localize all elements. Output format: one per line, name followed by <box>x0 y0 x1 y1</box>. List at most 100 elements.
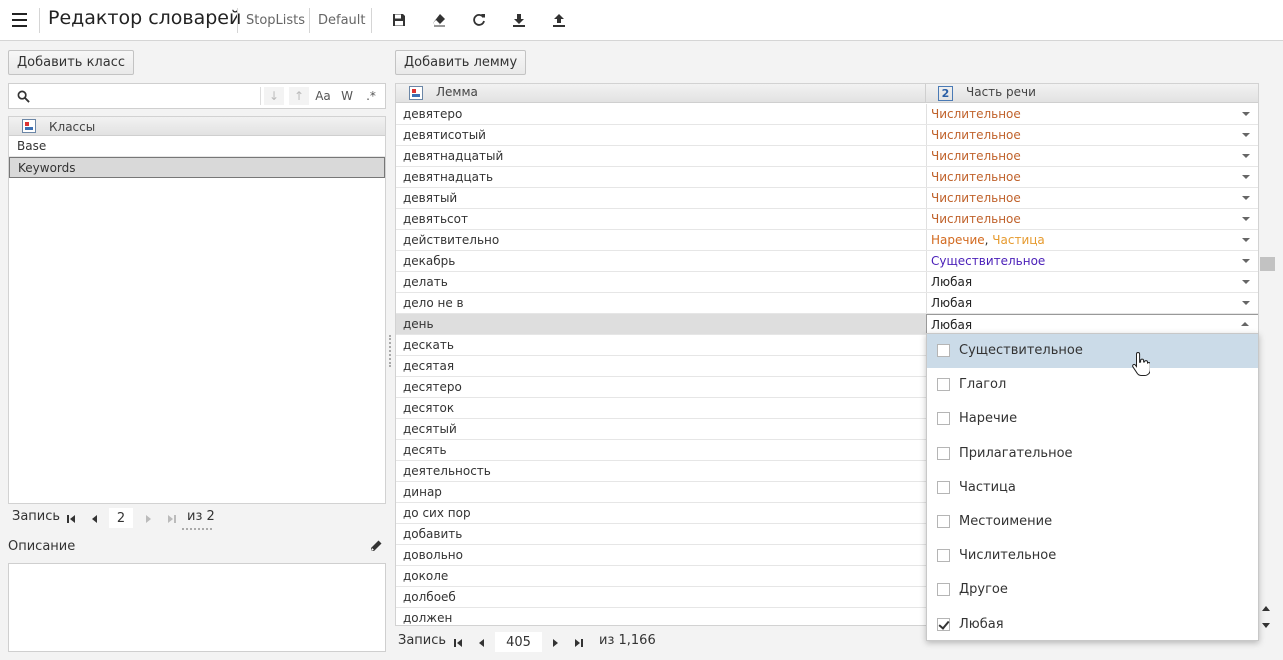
pos-tag: Числительное <box>931 191 1021 205</box>
pos-select[interactable]: Любая <box>926 272 1258 292</box>
sort-asc-toggle[interactable]: ↑ <box>289 87 309 105</box>
lemmas-total-count: из 1,166 <box>599 633 656 648</box>
pos-select[interactable]: Числительное <box>926 104 1258 124</box>
chevron-up-icon[interactable] <box>1241 322 1249 326</box>
pos-option[interactable]: Частица <box>927 471 1258 505</box>
checkbox[interactable] <box>937 583 950 597</box>
refresh-icon[interactable] <box>470 11 488 29</box>
pos-select[interactable]: Любая <box>926 293 1258 313</box>
pos-select[interactable]: Числительное <box>926 167 1258 187</box>
lemma-cell: дескать <box>403 338 454 352</box>
class-search-input[interactable] <box>37 86 259 106</box>
sort-desc-toggle[interactable]: ↓ <box>264 87 284 105</box>
chevron-down-icon[interactable] <box>1242 154 1250 158</box>
vertical-splitter-handle[interactable] <box>389 335 391 367</box>
pos-option[interactable]: Местоимение <box>927 505 1258 539</box>
pos-option[interactable]: Числительное <box>927 539 1258 573</box>
pos-option[interactable]: Существительное <box>927 334 1258 368</box>
scroll-down-arrow-icon[interactable] <box>1262 623 1270 628</box>
checkbox-checked[interactable] <box>937 617 950 631</box>
eraser-icon[interactable] <box>430 11 448 29</box>
match-case-toggle[interactable]: Aa <box>313 87 333 105</box>
edit-pencil-icon[interactable] <box>369 539 383 553</box>
pos-select[interactable]: Числительное <box>926 146 1258 166</box>
next-page-icon[interactable] <box>548 634 562 652</box>
checkbox[interactable] <box>937 480 950 494</box>
chevron-down-icon[interactable] <box>1242 196 1250 200</box>
grid-settings-icon[interactable] <box>409 86 423 100</box>
classes-column-header[interactable]: Классы <box>9 117 385 136</box>
checkbox[interactable] <box>937 344 950 357</box>
chevron-down-icon[interactable] <box>1242 133 1250 137</box>
lemma-row[interactable]: девятнадцать Числительное <box>396 167 1258 188</box>
pager-label: Запись <box>398 633 447 648</box>
lemma-row[interactable]: дело не в Любая <box>396 293 1258 314</box>
scrollbar-thumb[interactable] <box>1260 257 1275 271</box>
lemma-row[interactable]: девятый Числительное <box>396 188 1258 209</box>
add-lemma-button[interactable]: Добавить лемму <box>395 50 527 75</box>
lemma-row[interactable]: девятисотый Числительное <box>396 125 1258 146</box>
scroll-up-arrow-icon[interactable] <box>1262 606 1270 611</box>
pos-column-header[interactable]: 2 Часть речи <box>926 84 1258 103</box>
breadcrumb-default[interactable]: Default <box>318 13 366 28</box>
chevron-down-icon[interactable] <box>1242 112 1250 116</box>
lemma-column-header[interactable]: Лемма <box>396 84 926 103</box>
class-row[interactable]: Base <box>9 136 385 157</box>
description-textarea[interactable] <box>8 563 386 652</box>
checkbox[interactable] <box>937 412 950 426</box>
download-icon[interactable] <box>510 11 528 29</box>
pos-value: Наречие, Частица <box>931 233 1045 247</box>
pos-option[interactable]: Любая <box>927 608 1258 642</box>
lemma-row-selected[interactable]: день Любая <box>396 314 1258 335</box>
breadcrumb-stoplists[interactable]: StopLists <box>246 13 305 28</box>
chevron-down-icon[interactable] <box>1242 238 1250 242</box>
pos-select[interactable]: Наречие, Частица <box>926 230 1258 250</box>
pos-option[interactable]: Глагол <box>927 368 1258 402</box>
last-page-icon[interactable] <box>572 634 586 652</box>
last-page-icon[interactable] <box>165 510 179 528</box>
pos-option[interactable]: Прилагательное <box>927 437 1258 471</box>
checkbox[interactable] <box>937 378 950 392</box>
lemma-cell: декабрь <box>403 254 456 268</box>
prev-page-icon[interactable] <box>88 510 102 528</box>
lemma-cell: день <box>403 317 434 331</box>
pos-select[interactable]: Существительное <box>926 251 1258 271</box>
pos-select[interactable]: Числительное <box>926 125 1258 145</box>
next-page-icon[interactable] <box>141 510 155 528</box>
lemma-row[interactable]: девятнадцатый Числительное <box>396 146 1258 167</box>
chevron-down-icon[interactable] <box>1242 175 1250 179</box>
lemma-row[interactable]: декабрь Существительное <box>396 251 1258 272</box>
checkbox[interactable] <box>937 446 950 460</box>
lemma-row[interactable]: действительно Наречие, Частица <box>396 230 1258 251</box>
divider <box>309 8 310 33</box>
splitter-handle[interactable] <box>182 528 212 530</box>
chevron-down-icon[interactable] <box>1242 280 1250 284</box>
chevron-down-icon[interactable] <box>1242 217 1250 221</box>
pos-select[interactable]: Любая <box>926 314 1258 334</box>
first-page-icon[interactable] <box>451 634 465 652</box>
pos-option[interactable]: Другое <box>927 573 1258 607</box>
lemma-row[interactable]: девятьсот Числительное <box>396 209 1258 230</box>
first-page-icon[interactable] <box>64 510 78 528</box>
checkbox[interactable] <box>937 515 950 528</box>
regex-toggle[interactable]: .* <box>361 87 381 105</box>
pos-select[interactable]: Числительное <box>926 188 1258 208</box>
add-class-button[interactable]: Добавить класс <box>8 50 134 75</box>
upload-icon[interactable] <box>550 11 568 29</box>
pos-option[interactable]: Наречие <box>927 402 1258 436</box>
lemmas-page-input[interactable] <box>495 632 542 652</box>
lemma-row[interactable]: девятеро Числительное <box>396 104 1258 125</box>
grid-settings-icon[interactable] <box>22 119 36 133</box>
whole-word-toggle[interactable]: W <box>337 87 357 105</box>
divider <box>39 8 40 33</box>
pos-select[interactable]: Числительное <box>926 209 1258 229</box>
prev-page-icon[interactable] <box>475 634 489 652</box>
chevron-down-icon[interactable] <box>1242 259 1250 263</box>
class-row-selected[interactable]: Keywords <box>9 157 385 178</box>
save-icon[interactable] <box>390 11 408 29</box>
chevron-down-icon[interactable] <box>1242 301 1250 305</box>
lemma-row[interactable]: делать Любая <box>396 272 1258 293</box>
checkbox[interactable] <box>937 549 950 563</box>
menu-icon[interactable] <box>12 13 27 27</box>
classes-page-input[interactable] <box>109 508 133 528</box>
